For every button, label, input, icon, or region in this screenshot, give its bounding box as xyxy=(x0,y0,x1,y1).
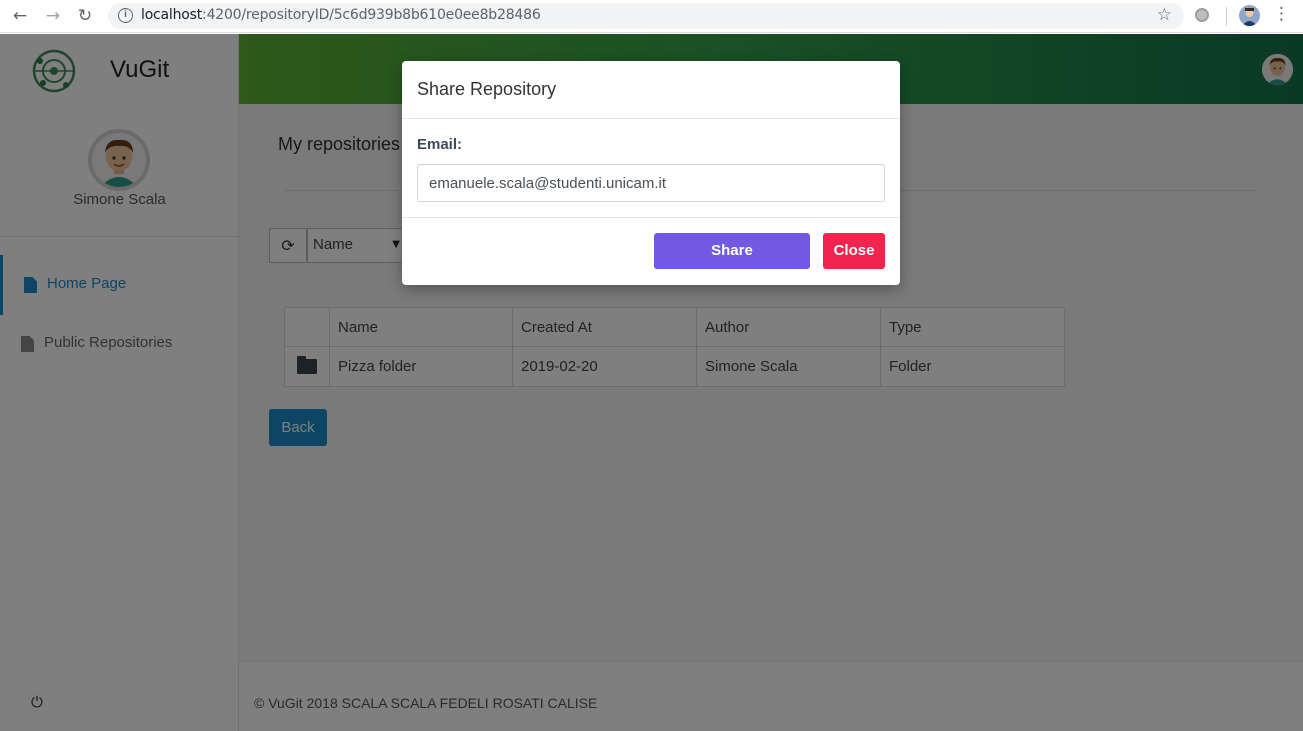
url-text[interactable]: localhost:4200/repositoryID/5c6d939b8b61… xyxy=(141,7,541,23)
url-host: localhost xyxy=(141,7,203,23)
extension-icon[interactable] xyxy=(1195,8,1209,22)
share-button[interactable]: Share xyxy=(654,233,810,269)
star-icon[interactable]: ☆ xyxy=(1157,5,1172,25)
url-path: :4200/repositoryID/5c6d939b8b610e0ee8b28… xyxy=(202,7,541,23)
profile-avatar-icon[interactable] xyxy=(1239,5,1260,26)
forward-arrow-icon[interactable]: → xyxy=(41,5,65,27)
menu-kebab-icon[interactable]: ⋮ xyxy=(1273,4,1290,24)
browser-toolbar: ← → ↻ i localhost:4200/repositoryID/5c6d… xyxy=(0,0,1303,33)
modal-header-divider xyxy=(402,118,900,119)
toolbar-separator xyxy=(1226,7,1227,26)
close-button[interactable]: Close xyxy=(823,233,885,269)
email-field[interactable] xyxy=(417,164,885,202)
reload-icon[interactable]: ↻ xyxy=(73,5,97,27)
email-label: Email: xyxy=(417,136,463,153)
modal-title: Share Repository xyxy=(417,79,557,99)
back-arrow-icon[interactable]: ← xyxy=(8,5,32,27)
share-repository-modal: Share Repository Email: Share Close xyxy=(402,61,900,285)
address-bar[interactable]: i localhost:4200/repositoryID/5c6d939b8b… xyxy=(108,3,1184,29)
info-icon[interactable]: i xyxy=(118,8,133,23)
modal-footer-divider xyxy=(402,217,900,218)
